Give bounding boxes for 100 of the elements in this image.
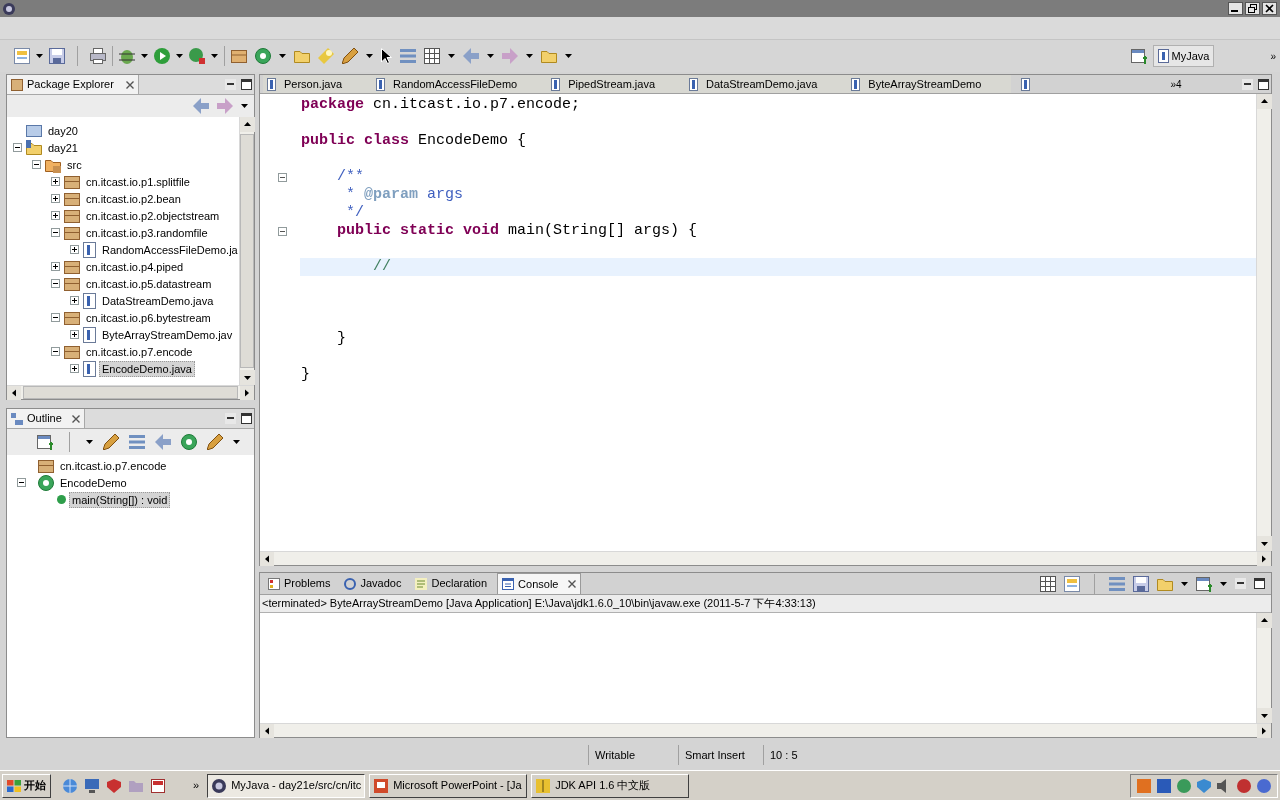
horizontal-scrollbar[interactable] [260, 723, 1271, 737]
dropdown-arrow-icon[interactable] [141, 54, 148, 58]
tree-item[interactable]: day20 [45, 122, 81, 139]
save-icon[interactable] [49, 48, 65, 64]
save-icon[interactable] [1133, 575, 1149, 592]
minus-box-icon[interactable] [17, 478, 26, 487]
pencil-icon[interactable] [103, 434, 119, 450]
package-icon[interactable] [231, 48, 247, 64]
minus-box-icon[interactable] [13, 143, 22, 152]
editor-tab[interactable]: DataStreamDemo.java [685, 75, 848, 93]
scroll-thumb[interactable] [240, 134, 254, 368]
tree-item[interactable]: cn.itcast.io.p7.encode [57, 457, 170, 474]
minimize-icon[interactable] [1242, 78, 1253, 90]
view-tab[interactable]: Console [497, 573, 582, 594]
close-icon[interactable] [568, 580, 577, 588]
minus-box-icon[interactable] [51, 313, 60, 322]
print-icon[interactable] [90, 48, 106, 64]
tree-item[interactable]: cn.itcast.io.p2.objectstream [83, 207, 223, 224]
bug-icon[interactable] [119, 48, 135, 64]
minus-box-icon[interactable] [51, 228, 60, 237]
tree-item[interactable]: src [64, 156, 85, 173]
dropdown-arrow-icon[interactable] [176, 54, 183, 58]
plus-box-icon[interactable] [70, 330, 79, 339]
plus-box-icon[interactable] [51, 194, 60, 203]
dropdown-arrow-icon[interactable] [86, 440, 93, 444]
plus-box-icon[interactable] [51, 262, 60, 271]
shield-icon[interactable] [107, 778, 121, 793]
tree-item[interactable]: cn.itcast.io.p2.bean [83, 190, 184, 207]
taskbar-button[interactable]: Microsoft PowerPoint - [Ja [369, 773, 528, 798]
run-icon[interactable] [154, 48, 170, 64]
circle-icon[interactable] [1237, 778, 1251, 793]
document-icon[interactable] [151, 778, 165, 793]
view-tab[interactable]: Outline [7, 409, 85, 428]
tree-item[interactable]: EncodeDemo.java [99, 360, 195, 377]
dropdown-arrow-icon[interactable] [233, 440, 240, 444]
dropdown-arrow-icon[interactable] [36, 54, 43, 58]
dropdown-arrow-icon[interactable] [448, 54, 455, 58]
vertical-scrollbar[interactable] [1256, 613, 1271, 723]
close-icon[interactable] [71, 414, 80, 423]
minus-box-icon[interactable] [278, 226, 287, 236]
start-button[interactable]: 开始 [2, 773, 51, 798]
horizontal-scrollbar[interactable] [7, 385, 254, 399]
horizontal-scrollbar[interactable] [260, 551, 1271, 565]
close-icon[interactable] [125, 80, 134, 89]
minus-box-icon[interactable] [278, 172, 287, 182]
close-icon[interactable] [1262, 2, 1277, 15]
tree-item[interactable]: cn.itcast.io.p4.piped [83, 258, 187, 275]
dropdown-arrow-icon[interactable] [565, 54, 572, 58]
taskbar-button[interactable]: JDK API 1.6 中文版 [531, 773, 690, 798]
tree-item[interactable]: EncodeDemo [57, 474, 130, 491]
ring-icon[interactable] [181, 434, 197, 450]
vertical-scrollbar[interactable] [239, 117, 254, 385]
dropdown-arrow-icon[interactable] [526, 54, 533, 58]
minimize-icon[interactable] [1228, 2, 1243, 15]
tab-overflow[interactable]: »4 [1170, 76, 1182, 92]
document-icon[interactable] [14, 48, 30, 64]
grid-icon[interactable] [424, 48, 440, 64]
minimize-icon[interactable] [225, 79, 236, 90]
tree-item[interactable]: main(String[]) : void [69, 491, 171, 508]
maximize-icon[interactable] [1258, 78, 1269, 90]
tree-item[interactable]: DataStreamDemo.java [99, 292, 217, 309]
minus-box-icon[interactable] [32, 160, 41, 169]
circle-icon[interactable] [1257, 778, 1271, 793]
ring-icon[interactable] [255, 48, 271, 64]
perspective-button[interactable]: MyJava [1152, 45, 1215, 67]
pencil-icon[interactable] [207, 434, 223, 450]
tree-item[interactable]: cn.itcast.io.p6.bytestream [83, 309, 214, 326]
tree-item[interactable]: RandomAccessFileDemo.ja [99, 241, 239, 258]
editor-tab[interactable]: RandomAccessFileDemo [372, 75, 548, 93]
dropdown-arrow-icon[interactable] [1220, 581, 1227, 586]
tree-item[interactable]: cn.itcast.io.p1.splitfile [83, 173, 193, 190]
vertical-scrollbar[interactable] [1256, 94, 1271, 551]
minus-box-icon[interactable] [51, 279, 60, 288]
editor-tab[interactable]: Person.java [263, 75, 373, 93]
plus-box-icon[interactable] [70, 296, 79, 305]
scroll-thumb[interactable] [23, 386, 238, 399]
grid-icon[interactable] [1040, 575, 1056, 592]
view-tab[interactable]: Package Explorer [7, 75, 139, 94]
tree-item[interactable]: day21 [45, 139, 81, 156]
editor-tab[interactable]: PipedStream.java [547, 75, 686, 93]
tree-item[interactable]: cn.itcast.io.p3.randomfile [83, 224, 211, 241]
plus-box-icon[interactable] [51, 211, 60, 220]
pencil-icon[interactable] [342, 48, 358, 64]
toolbar-overflow[interactable]: » [1270, 48, 1276, 64]
quick-launch-overflow[interactable]: » [193, 777, 200, 794]
tree-item[interactable]: cn.itcast.io.p5.datastream [83, 275, 215, 292]
dropdown-arrow-icon[interactable] [366, 54, 373, 58]
maximize-icon[interactable] [241, 413, 252, 424]
editor-tab[interactable]: ByteArrayStreamDemo [847, 75, 1012, 93]
view-tab[interactable]: Javadoc [340, 573, 406, 594]
minus-box-icon[interactable] [51, 347, 60, 356]
dropdown-arrow-icon[interactable] [1181, 581, 1188, 586]
plus-box-icon[interactable] [51, 177, 60, 186]
tree-item[interactable]: cn.itcast.io.p7.encode [83, 343, 196, 360]
dropdown-arrow-icon[interactable] [279, 54, 286, 58]
monitor-icon[interactable] [85, 778, 99, 793]
maximize-icon[interactable] [241, 79, 252, 90]
dropdown-arrow-icon[interactable] [487, 54, 494, 58]
dropdown-arrow-icon[interactable] [211, 54, 218, 58]
document-icon[interactable] [1064, 575, 1080, 592]
